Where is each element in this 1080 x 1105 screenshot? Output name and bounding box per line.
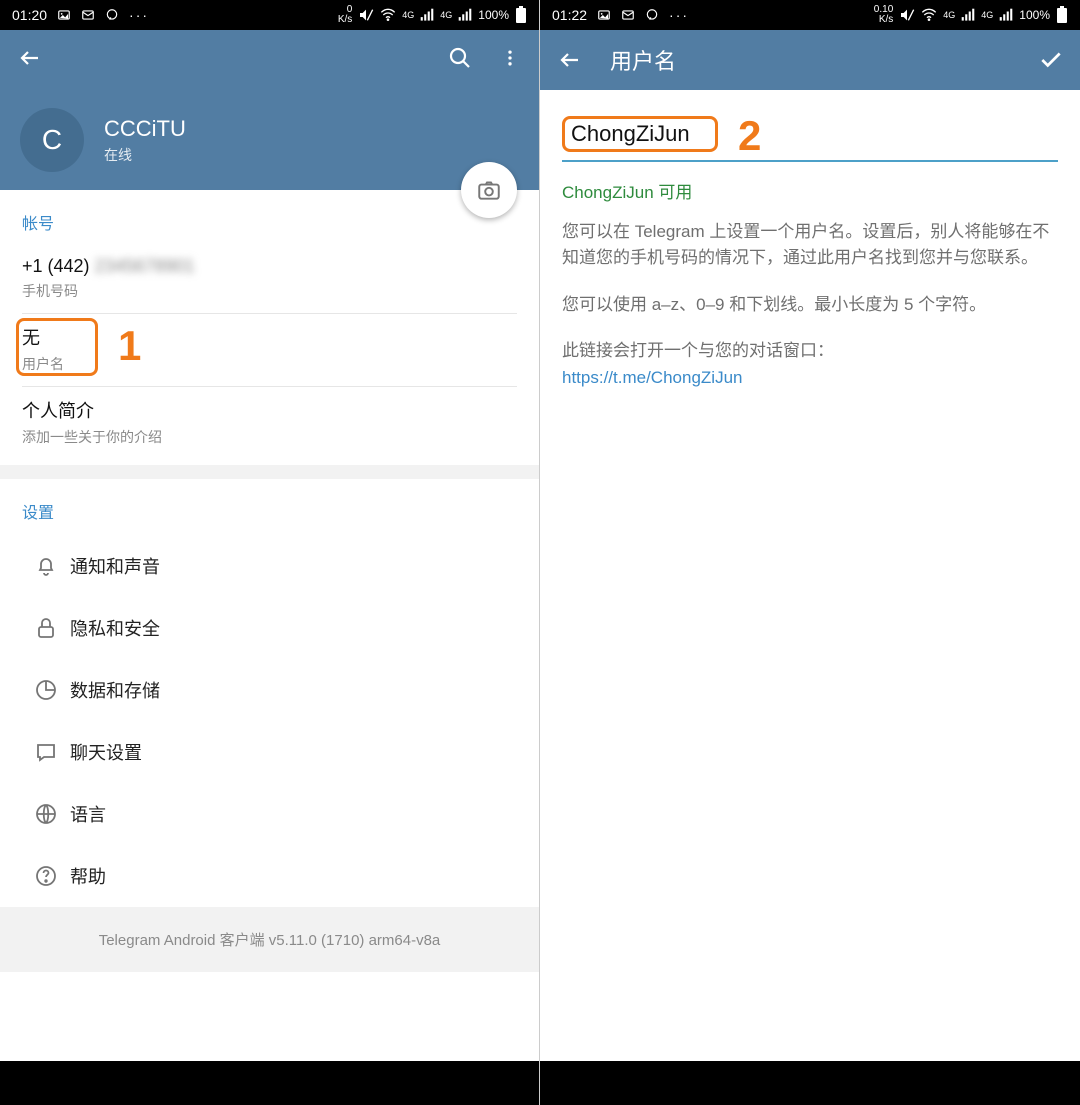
- availability-text: ChongZiJun 可用: [562, 178, 1058, 203]
- battery-icon: [1056, 6, 1068, 24]
- chat-icon: [105, 8, 119, 22]
- settings-chat[interactable]: 聊天设置: [22, 721, 517, 783]
- username-form: 2 ChongZiJun 可用 您可以在 Telegram 上设置一个用户名。设…: [540, 90, 1080, 410]
- more-icon: ···: [129, 7, 149, 23]
- signal-icon-2: [999, 8, 1013, 22]
- settings-language[interactable]: 语言: [22, 783, 517, 845]
- bio-row[interactable]: 个人简介 添加一些关于你的介绍: [22, 387, 517, 465]
- screen-settings: 01:20 ··· 0 K/s 4G 4G 100%: [0, 0, 540, 1105]
- battery-percent: 100%: [1019, 8, 1050, 22]
- status-bar: 01:20 ··· 0 K/s 4G 4G 100%: [0, 0, 539, 30]
- profile-status: 在线: [104, 145, 186, 165]
- status-time: 01:22: [552, 7, 587, 23]
- image-icon: [57, 8, 71, 22]
- back-button[interactable]: [16, 44, 44, 72]
- signal-4g-1: 4G: [402, 10, 414, 20]
- nav-bar: [540, 1061, 1080, 1105]
- image-icon: [597, 8, 611, 22]
- battery-icon: [515, 6, 527, 24]
- net-speed: 0.10 K/s: [874, 5, 893, 25]
- settings-section: 设置 通知和声音 隐私和安全 数据和存储 聊天设置 语言 帮助: [0, 479, 539, 907]
- menu-button[interactable]: [497, 45, 523, 71]
- account-header: 帐号: [22, 202, 517, 246]
- more-icon: ···: [669, 7, 689, 23]
- page-title: 用户名: [610, 44, 676, 76]
- search-button[interactable]: [447, 45, 473, 71]
- profile-header: C CCCiTU 在线: [20, 108, 186, 172]
- avatar[interactable]: C: [20, 108, 84, 172]
- share-link[interactable]: https://t.me/ChongZiJun: [562, 368, 1058, 388]
- signal-icon-2: [458, 8, 472, 22]
- camera-fab[interactable]: [461, 162, 517, 218]
- phone-row[interactable]: +1 (442) 2345678901 手机号码: [22, 246, 517, 313]
- nav-bar: [0, 1061, 539, 1105]
- profile-name: CCCiTU: [104, 116, 186, 142]
- signal-4g-1: 4G: [943, 10, 955, 20]
- signal-4g-2: 4G: [981, 10, 993, 20]
- account-section: 帐号 +1 (442) 2345678901 手机号码 无 用户名 个人简介 添…: [0, 190, 539, 465]
- back-button[interactable]: [556, 46, 584, 74]
- username-row[interactable]: 无 用户名: [22, 314, 517, 386]
- annotation-1: 1: [118, 322, 141, 370]
- wifi-icon: [921, 7, 937, 23]
- status-bar: 01:22 ··· 0.10 K/s 4G 4G 100%: [540, 0, 1080, 30]
- bell-icon: [22, 554, 70, 578]
- input-underline: [562, 160, 1058, 162]
- globe-icon: [22, 802, 70, 826]
- app-bar: 用户名: [540, 30, 1080, 90]
- annotation-2: 2: [738, 112, 761, 160]
- username-input[interactable]: [571, 121, 709, 147]
- status-time: 01:20: [12, 7, 47, 23]
- lock-icon: [22, 616, 70, 640]
- battery-percent: 100%: [478, 8, 509, 22]
- signal-icon: [961, 8, 975, 22]
- signal-icon: [420, 8, 434, 22]
- app-bar: C CCCiTU 在线: [0, 30, 539, 190]
- confirm-button[interactable]: [1038, 47, 1064, 73]
- settings-header: 设置: [22, 491, 517, 535]
- settings-data[interactable]: 数据和存储: [22, 659, 517, 721]
- section-spacer: [0, 465, 539, 479]
- chat-icon: [22, 740, 70, 764]
- mute-icon: [358, 7, 374, 23]
- net-speed: 0 K/s: [338, 5, 352, 25]
- signal-4g-2: 4G: [440, 10, 452, 20]
- mail-icon: [81, 8, 95, 22]
- description-2: 您可以使用 a–z、0–9 和下划线。最小长度为 5 个字符。: [562, 292, 1058, 318]
- screen-username: 01:22 ··· 0.10 K/s 4G 4G 100% 用户名: [540, 0, 1080, 1105]
- mail-icon: [621, 8, 635, 22]
- settings-privacy[interactable]: 隐私和安全: [22, 597, 517, 659]
- pie-icon: [22, 678, 70, 702]
- wifi-icon: [380, 7, 396, 23]
- annotation-box-2: [562, 116, 718, 152]
- mute-icon: [899, 7, 915, 23]
- settings-notifications[interactable]: 通知和声音: [22, 535, 517, 597]
- version-footer: Telegram Android 客户端 v5.11.0 (1710) arm6…: [0, 907, 539, 972]
- help-icon: [22, 864, 70, 888]
- description-1: 您可以在 Telegram 上设置一个用户名。设置后，别人将能够在不知道您的手机…: [562, 219, 1058, 272]
- settings-help[interactable]: 帮助: [22, 845, 517, 907]
- chat-icon: [645, 8, 659, 22]
- link-intro: 此链接会打开一个与您的对话窗口：: [562, 338, 1058, 364]
